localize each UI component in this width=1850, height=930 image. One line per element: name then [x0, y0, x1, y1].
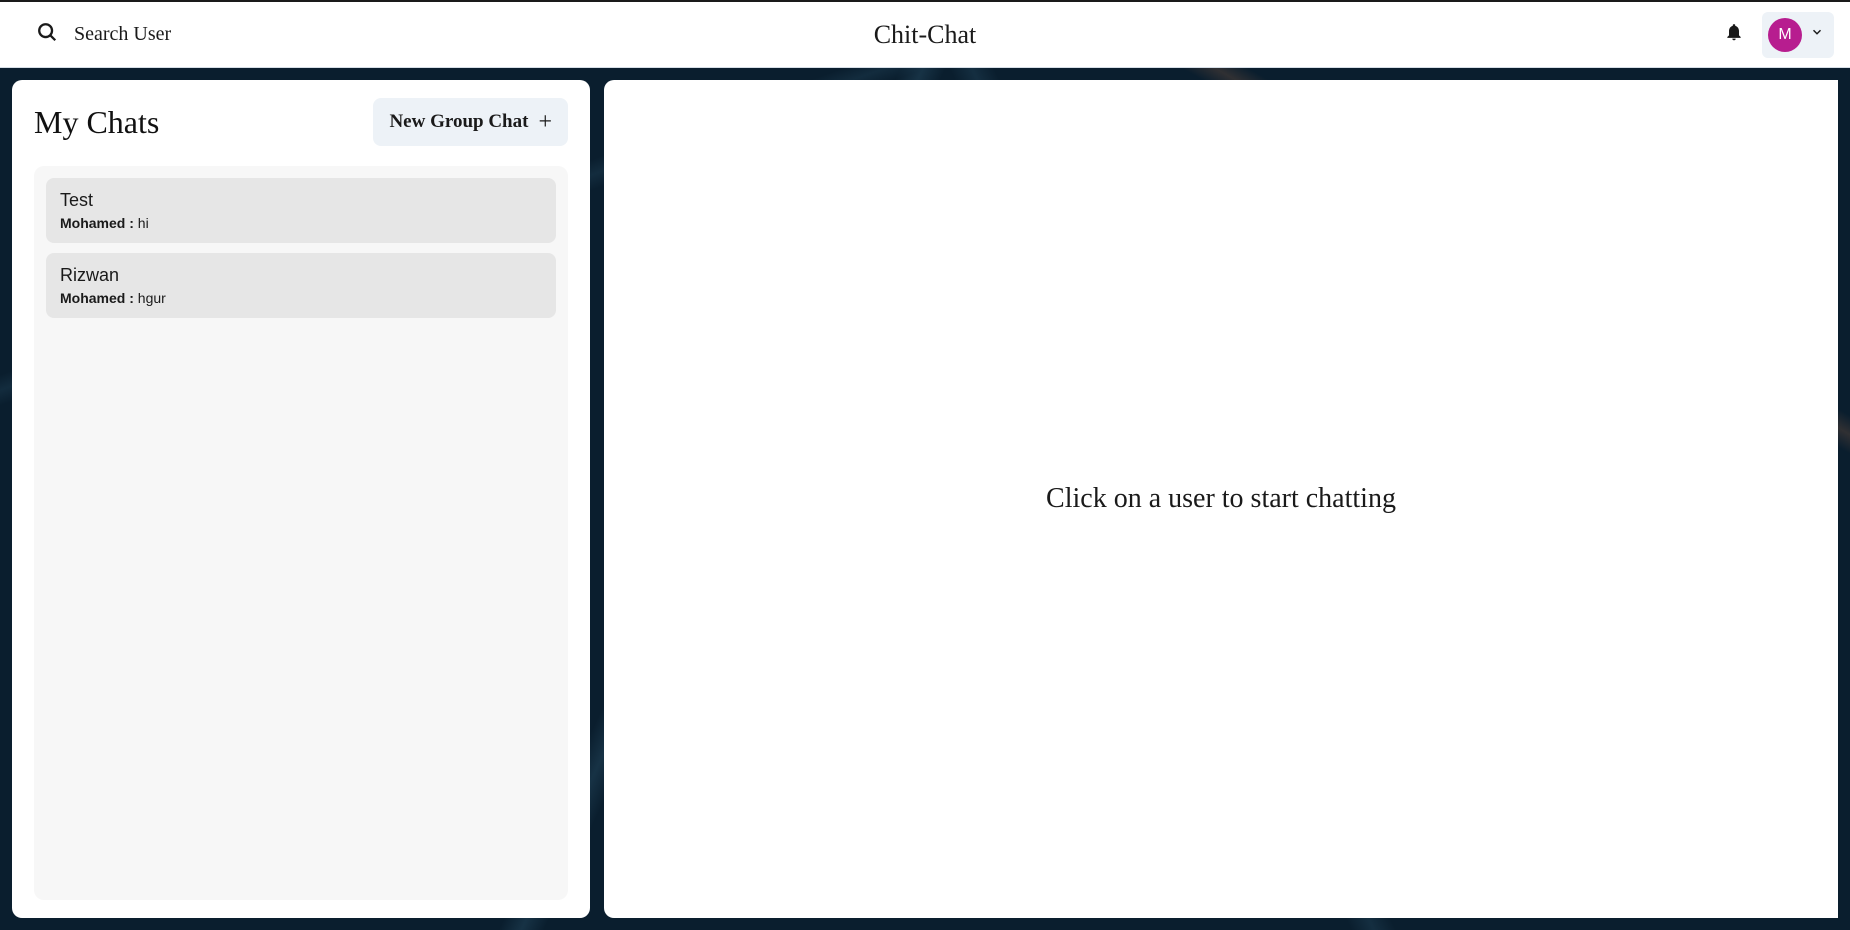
chat-item-message: hgur	[138, 290, 166, 306]
search-icon	[36, 21, 58, 48]
chevron-down-icon	[1810, 25, 1824, 44]
plus-icon: +	[538, 110, 552, 134]
chat-item-name: Rizwan	[60, 265, 542, 286]
chat-main-panel: Click on a user to start chatting	[604, 80, 1838, 918]
chat-list-item[interactable]: Rizwan Mohamed : hgur	[46, 253, 556, 318]
empty-state-text: Click on a user to start chatting	[1046, 483, 1396, 515]
avatar-initial: M	[1778, 26, 1791, 44]
chat-list: Test Mohamed : hi Rizwan Mohamed : hgur	[34, 166, 568, 900]
chat-list-item[interactable]: Test Mohamed : hi	[46, 178, 556, 243]
chat-item-message: hi	[138, 215, 149, 231]
app-title: Chit-Chat	[874, 20, 977, 50]
avatar: M	[1768, 18, 1802, 52]
new-group-chat-button[interactable]: New Group Chat +	[373, 98, 568, 146]
sidebar-title: My Chats	[34, 104, 159, 141]
chat-item-sender: Mohamed	[60, 215, 125, 231]
header: Search User Chit-Chat M	[0, 0, 1850, 68]
search-user-button[interactable]: Search User	[16, 21, 171, 48]
chat-item-sender: Mohamed	[60, 290, 125, 306]
search-placeholder-text: Search User	[74, 23, 171, 46]
header-actions: M	[1720, 12, 1834, 58]
chat-item-name: Test	[60, 190, 542, 211]
bell-icon	[1724, 29, 1744, 46]
body: My Chats New Group Chat + Test Mohamed :…	[0, 68, 1850, 930]
new-group-chat-label: New Group Chat	[389, 111, 528, 133]
sidebar-header: My Chats New Group Chat +	[34, 98, 568, 146]
sidebar: My Chats New Group Chat + Test Mohamed :…	[12, 80, 590, 918]
user-menu-button[interactable]: M	[1762, 12, 1834, 58]
chat-item-preview: Mohamed : hgur	[60, 290, 542, 306]
notifications-button[interactable]	[1720, 18, 1748, 51]
chat-item-preview: Mohamed : hi	[60, 215, 542, 231]
